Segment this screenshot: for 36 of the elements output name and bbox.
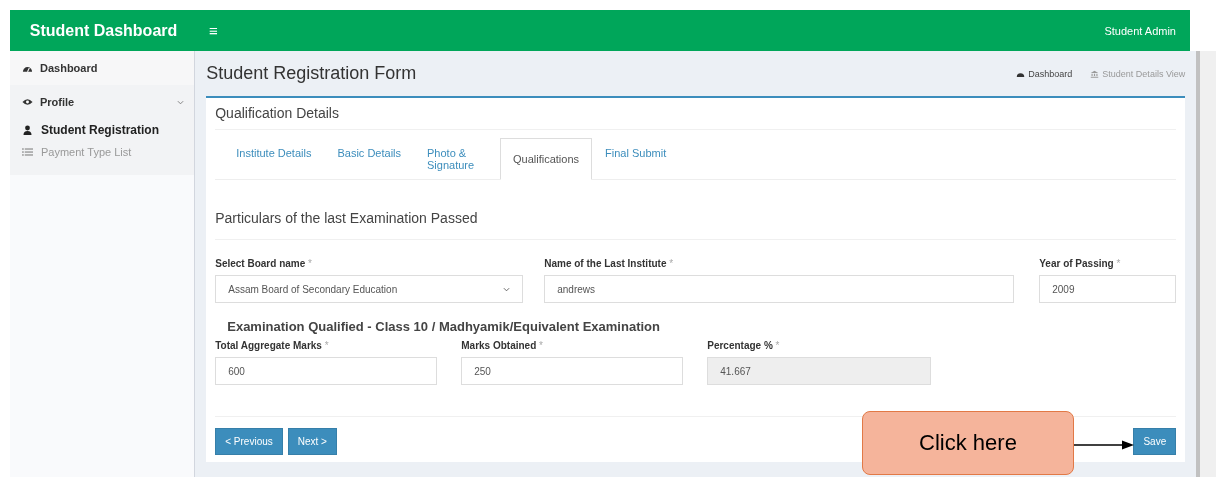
user-icon <box>22 125 33 135</box>
sidebar-subitem[interactable]: Student Registration <box>10 119 195 141</box>
pointer-arrow <box>1074 440 1134 450</box>
panel-title: Qualification Details <box>215 98 1177 130</box>
input-field[interactable]: 250 <box>461 357 684 385</box>
next-button[interactable]: Next > <box>287 428 337 455</box>
save-button[interactable]: Save <box>1133 428 1177 455</box>
field-label: Marks Obtained * <box>461 340 544 351</box>
field-label: Total Aggregate Marks * <box>215 340 330 351</box>
sidebar-item[interactable]: Profile <box>10 85 195 119</box>
previous-button[interactable]: < Previous <box>215 428 283 455</box>
tab[interactable]: Basic Details <box>324 138 414 168</box>
field-label: Percentage % * <box>707 340 781 351</box>
tab[interactable]: Institute Details <box>223 138 325 168</box>
scrollbar[interactable] <box>1196 51 1216 477</box>
input-field[interactable]: 2009 <box>1039 275 1177 303</box>
input-field[interactable]: 600 <box>215 357 438 385</box>
callout-box: Click here <box>862 411 1074 475</box>
input-field[interactable]: andrews <box>544 275 1015 303</box>
breadcrumb-link[interactable]: Dashboard <box>1016 68 1073 79</box>
field-label: Name of the Last Institute * <box>544 258 675 269</box>
tab[interactable]: Photo & Signature <box>414 138 500 180</box>
page-title: Student Registration Form <box>206 63 417 84</box>
tab[interactable]: Qualifications <box>500 138 593 180</box>
brand-title: Student Dashboard <box>28 21 179 40</box>
field-label: Select Board name * <box>215 258 313 269</box>
section-title: Particulars of the last Examination Passed <box>215 180 1177 240</box>
chevron-icon <box>503 286 511 292</box>
sidebar-item[interactable]: Dashboard <box>10 51 195 85</box>
select-field[interactable]: Assam Board of Secondary Education <box>215 275 524 303</box>
tab[interactable]: Final Submit <box>592 138 680 168</box>
exam-heading: Examination Qualified - Class 10 / Madhyamik/Equivalent Examination <box>226 318 661 336</box>
bank-icon <box>1090 69 1100 78</box>
eye-icon <box>22 97 33 107</box>
field-label: Year of Passing * <box>1039 258 1122 269</box>
list-icon <box>22 147 33 157</box>
